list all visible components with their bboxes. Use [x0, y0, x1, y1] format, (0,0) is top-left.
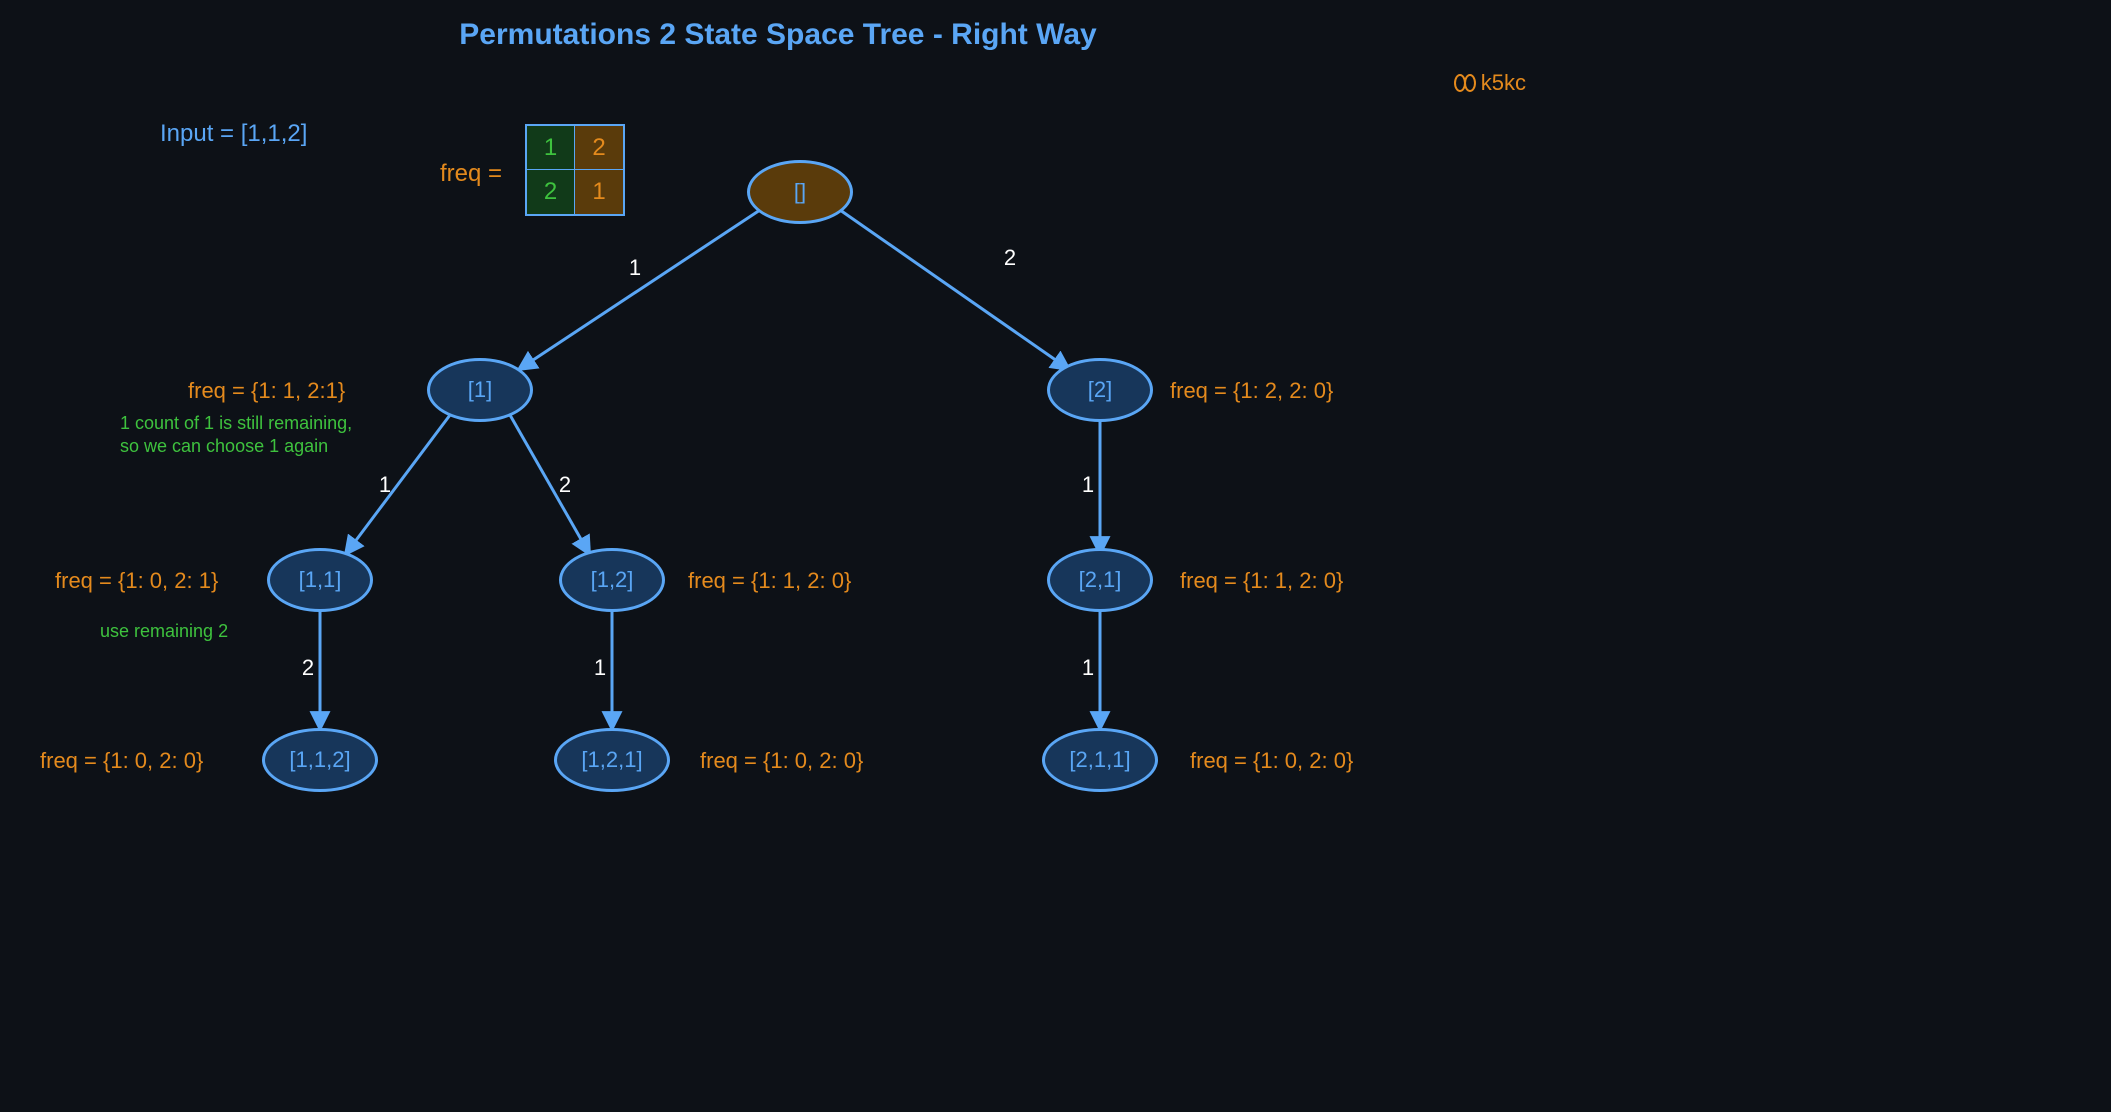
- note-annotation-n11: use remaining 2: [100, 620, 228, 643]
- freq-annotation-n211: freq = {1: 0, 2: 0}: [1190, 748, 1353, 774]
- watermark-icon: [1453, 73, 1477, 93]
- freq-annotation-n121: freq = {1: 0, 2: 0}: [700, 748, 863, 774]
- node-1-2-1: [1,2,1]: [554, 728, 670, 792]
- diagram-canvas: Permutations 2 State Space Tree - Right …: [0, 0, 1556, 820]
- freq-annotation-n2: freq = {1: 2, 2: 0}: [1170, 378, 1333, 404]
- edge-root-n1: [518, 210, 760, 370]
- edge-label-n1-n12: 2: [559, 472, 571, 498]
- node-2-1-1: [2,1,1]: [1042, 728, 1158, 792]
- edge-label-n11-n112: 2: [302, 655, 314, 681]
- edge-label-n1-n11: 1: [379, 472, 391, 498]
- freq-annotation-n112: freq = {1: 0, 2: 0}: [40, 748, 203, 774]
- node-2: [2]: [1047, 358, 1153, 422]
- edge-n1-n12: [510, 415, 590, 555]
- freq-table: 1 2 2 1: [525, 124, 625, 216]
- node-1-1: [1,1]: [267, 548, 373, 612]
- freq-table-cell-count-2: 1: [575, 170, 623, 214]
- node-1: [1]: [427, 358, 533, 422]
- freq-annotation-n12: freq = {1: 1, 2: 0}: [688, 568, 851, 594]
- edge-root-n2: [840, 210, 1070, 370]
- freq-table-label: freq =: [440, 160, 502, 188]
- node-1-2: [1,2]: [559, 548, 665, 612]
- node-root: []: [747, 160, 853, 224]
- freq-annotation-n21: freq = {1: 1, 2: 0}: [1180, 568, 1343, 594]
- watermark: k5kc: [1453, 70, 1526, 96]
- page-title: Permutations 2 State Space Tree - Right …: [0, 18, 1556, 52]
- edge-label-root-n2: 2: [1004, 245, 1016, 271]
- freq-annotation-n1: freq = {1: 1, 2:1}: [188, 378, 345, 404]
- freq-table-cell-key-2: 2: [575, 126, 623, 170]
- edge-n1-n11: [345, 415, 450, 555]
- edge-label-n2-n21: 1: [1082, 472, 1094, 498]
- watermark-text: k5kc: [1481, 70, 1526, 96]
- freq-table-cell-key-1: 1: [527, 126, 575, 170]
- edge-label-n21-n211: 1: [1082, 655, 1094, 681]
- node-2-1: [2,1]: [1047, 548, 1153, 612]
- edge-label-root-n1: 1: [629, 255, 641, 281]
- freq-annotation-n11: freq = {1: 0, 2: 1}: [55, 568, 218, 594]
- node-1-1-2: [1,1,2]: [262, 728, 378, 792]
- note-annotation-n1: 1 count of 1 is still remaining, so we c…: [120, 412, 352, 459]
- input-label: Input = [1,1,2]: [160, 120, 307, 148]
- freq-table-cell-count-1: 2: [527, 170, 575, 214]
- edge-label-n12-n121: 1: [594, 655, 606, 681]
